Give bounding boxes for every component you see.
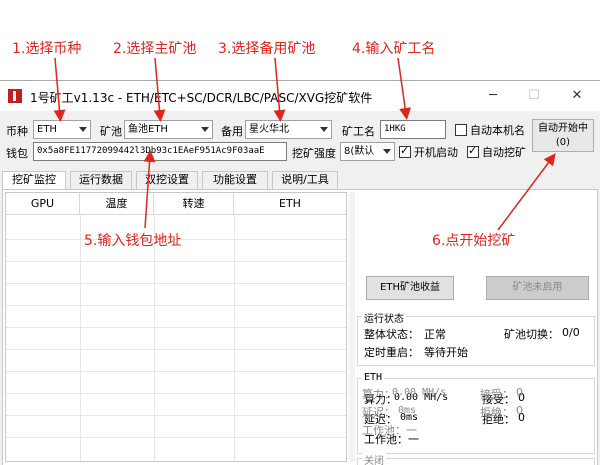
intensity-label: 挖矿强度 <box>292 147 336 160</box>
backup-pool-label: 备用 <box>221 125 243 138</box>
secondary-accepted-label: 接受： <box>480 388 513 401</box>
eth-group-title: ETH <box>362 372 385 383</box>
row-divider <box>6 437 346 438</box>
secondary-group-title: 关闭 <box>362 452 386 465</box>
row-divider <box>6 415 346 416</box>
column-header-gpu[interactable]: GPU <box>6 193 80 215</box>
tab-settings[interactable]: 功能设置 <box>202 171 268 189</box>
auto-start-label: 自动开始中 <box>538 123 588 134</box>
row-divider <box>6 349 346 350</box>
maximize-button[interactable]: ☐ <box>519 85 549 107</box>
chevron-down-icon <box>383 149 391 154</box>
row-divider <box>6 305 346 306</box>
intensity-select-value: 8(默认 <box>344 146 375 157</box>
auto-start-countdown: (0) <box>555 137 571 148</box>
boot-start-label: 开机启动 <box>414 146 458 159</box>
minimize-button[interactable]: ─ <box>478 85 508 107</box>
secondary-work-pool-value: 一 <box>406 424 417 437</box>
column-header-eth[interactable]: ETH <box>234 193 346 215</box>
app-logo-icon <box>8 89 22 103</box>
row-divider <box>6 393 346 394</box>
auto-mine-checkbox[interactable]: 自动挖矿 <box>467 144 526 160</box>
secondary-hashrate-label: 算力： <box>362 388 395 401</box>
title-bar[interactable]: 1号矿工v1.13c - ETH/ETC+SC/DCR/LBC/PASC/XVG… <box>0 81 600 111</box>
annotation-step2: 2.选择主矿池 <box>113 41 197 57</box>
annotation-step5: 5.输入钱包地址 <box>84 233 182 249</box>
backup-pool-select[interactable]: 星火华北 <box>245 120 332 139</box>
column-divider <box>234 215 235 461</box>
checkbox-unchecked-icon <box>455 124 467 136</box>
annotation-step4: 4.输入矿工名 <box>352 41 436 57</box>
column-header-temperature[interactable]: 温度 <box>80 193 154 215</box>
worker-name-label: 矿工名 <box>342 125 375 138</box>
worker-name-input[interactable]: 1HKG <box>380 120 446 139</box>
column-header-fan-speed[interactable]: 转速 <box>154 193 234 215</box>
scheduled-restart-label: 定时重启： <box>364 346 419 359</box>
wallet-address-input[interactable]: 0x5a8FE11772099442l3Db93c1EAeF951Ac9F03a… <box>33 142 287 161</box>
backup-pool-select-value: 星火华北 <box>249 124 289 135</box>
tab-mining-monitor[interactable]: 挖矿监控 <box>2 171 66 189</box>
chevron-down-icon <box>320 127 328 132</box>
overall-status-label: 整体状态： <box>364 328 419 341</box>
auto-name-label: 自动本机名 <box>470 124 525 137</box>
window-title: 1号矿工v1.13c - ETH/ETC+SC/DCR/LBC/PASC/XVG… <box>30 91 373 105</box>
secondary-accepted-value: 0 <box>516 386 523 399</box>
tab-runtime-data[interactable]: 运行数据 <box>70 171 132 189</box>
secondary-stats-group: 关闭 <box>357 452 595 465</box>
eth-pool-profit-button[interactable]: ETH矿池收益 <box>366 276 454 300</box>
checkbox-checked-icon <box>399 144 411 158</box>
row-divider <box>6 283 346 284</box>
column-divider <box>154 215 155 461</box>
tab-dual-mining[interactable]: 双挖设置 <box>136 171 198 189</box>
secondary-rejected-value: 0 <box>516 404 523 417</box>
pool-switch-value: 0/0 <box>562 326 580 339</box>
pool-select-value: 鱼池ETH <box>128 124 168 135</box>
scheduled-restart-value: 等待开始 <box>424 346 468 359</box>
pool-label: 矿池 <box>100 125 122 138</box>
coin-label: 币种 <box>6 125 28 138</box>
intensity-select[interactable]: 8(默认 <box>340 142 395 161</box>
auto-mine-label: 自动挖矿 <box>482 146 526 159</box>
status-group-title: 运行状态 <box>362 310 406 325</box>
row-divider <box>6 371 346 372</box>
row-divider <box>6 327 346 328</box>
auto-start-button[interactable]: 自动开始中 (0) <box>532 119 594 152</box>
annotation-step1: 1.选择币种 <box>12 41 82 57</box>
pool-disabled-button[interactable]: 矿池未启用 <box>486 276 589 300</box>
chevron-down-icon <box>79 127 87 132</box>
coin-select-value: ETH <box>37 124 57 135</box>
wallet-label: 钱包 <box>6 147 28 160</box>
chevron-down-icon <box>201 127 209 132</box>
secondary-work-pool-label: 工作池： <box>362 424 406 437</box>
table-scrollbar[interactable] <box>349 192 355 462</box>
checkbox-checked-icon <box>467 144 479 158</box>
coin-select[interactable]: ETH <box>33 120 91 139</box>
status-group: 运行状态 整体状态： 正常 矿池切换： 0/0 定时重启： 等待开始 <box>357 310 595 366</box>
column-divider <box>80 215 81 461</box>
auto-name-checkbox[interactable]: 自动本机名 <box>455 122 525 138</box>
secondary-latency-label: 延迟： <box>362 406 395 419</box>
boot-start-checkbox[interactable]: 开机启动 <box>399 144 458 160</box>
pool-select[interactable]: 鱼池ETH <box>124 120 213 139</box>
tab-help-tools[interactable]: 说明/工具 <box>272 171 338 189</box>
secondary-rejected-label: 拒绝： <box>480 406 513 419</box>
secondary-hashrate-value: 0.00 MH/s <box>392 387 447 398</box>
secondary-latency-value: 0ms <box>398 405 417 416</box>
annotation-step6: 6.点开始挖矿 <box>432 233 516 249</box>
pool-switch-label: 矿池切换： <box>504 328 559 341</box>
annotation-step3: 3.选择备用矿池 <box>218 41 316 57</box>
overall-status-value: 正常 <box>424 328 446 341</box>
row-divider <box>6 261 346 262</box>
close-button[interactable]: ✕ <box>562 85 592 107</box>
